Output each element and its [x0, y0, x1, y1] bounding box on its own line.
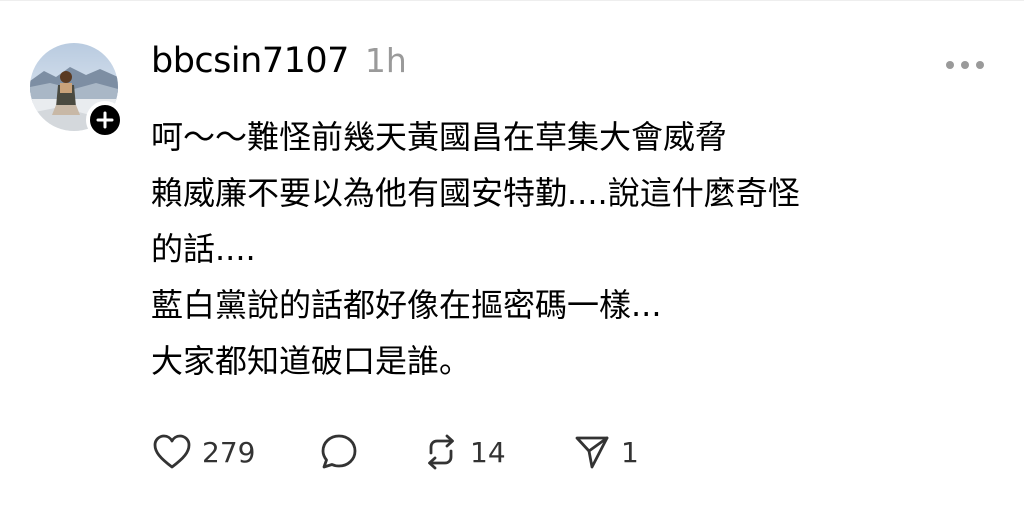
post-text-line: 賴威廉不要以為他有國安特勤....￼說這什麼奇怪 — [151, 174, 800, 212]
post-text-line: ￼大家都知道破口是誰。 — [151, 342, 472, 380]
post-body: 呵～～難怪前幾天黃國昌￼在￼草集大會威脅 賴威廉不要以為他有國安特勤....￼說… — [151, 109, 1011, 389]
heart-icon — [152, 434, 192, 470]
more-dots-icon — [945, 60, 985, 70]
post-card: bbcsin7107 1h 呵～～難怪前幾天黃國昌￼在￼草集大會威脅 賴威廉不要… — [0, 0, 1024, 512]
like-count: 279 — [202, 435, 256, 469]
repost-count: 14 — [470, 435, 506, 469]
share-button[interactable]: 1 — [573, 433, 639, 471]
repost-button[interactable]: 14 — [422, 433, 573, 471]
post-text-line: 藍白黨說的話都好像在摳密碼一樣... — [151, 286, 662, 324]
avatar-container[interactable] — [30, 43, 124, 139]
more-options-button[interactable] — [938, 49, 992, 81]
repost-arrows-icon — [422, 433, 460, 471]
username-link[interactable]: bbcsin7107 — [151, 41, 349, 81]
post-text-line: 呵～～難怪前幾天黃國昌￼在￼草集大會威脅 — [151, 118, 728, 156]
share-count: 1 — [621, 435, 639, 469]
follow-button[interactable] — [86, 101, 124, 139]
reply-button[interactable] — [320, 433, 422, 471]
send-icon — [573, 433, 611, 471]
post-time: 1h — [364, 41, 407, 80]
like-button[interactable]: 279 — [152, 434, 320, 470]
comment-bubble-icon — [320, 433, 358, 471]
action-bar: 279 14 1 — [152, 427, 639, 477]
plus-icon — [96, 111, 114, 129]
post-text-line: 的話.... — [151, 230, 256, 268]
post-header: bbcsin7107 1h — [151, 41, 407, 91]
